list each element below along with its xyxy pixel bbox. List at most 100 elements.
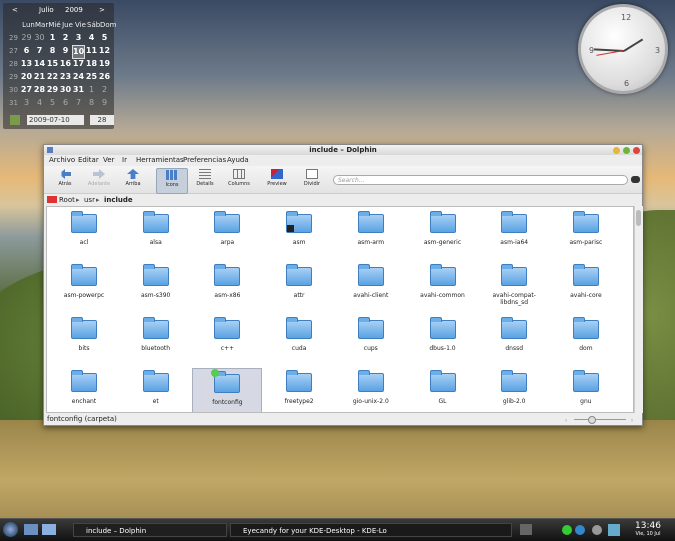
calendar-day[interactable]: 25 [85, 71, 98, 83]
folder-item[interactable]: c++ [192, 315, 262, 365]
folder-item[interactable]: asm-ia64 [479, 209, 549, 259]
calendar-day[interactable]: 18 [85, 58, 98, 70]
calendar-day[interactable]: 14 [33, 58, 46, 70]
columns-view-button[interactable]: Columns [224, 168, 254, 192]
updates-icon[interactable] [575, 525, 585, 535]
calendar-day[interactable]: 3 [72, 32, 85, 44]
calendar-day[interactable]: 11 [85, 45, 98, 59]
folder-item[interactable]: et [121, 368, 191, 412]
calendar-day[interactable]: 8 [46, 45, 59, 59]
notifications-icon[interactable] [592, 525, 602, 535]
folder-item[interactable]: GL [408, 368, 478, 412]
folder-item[interactable]: avahi-core [551, 262, 621, 312]
folder-item[interactable]: alsa [121, 209, 191, 259]
calendar-day[interactable]: 15 [46, 58, 59, 70]
calendar-day[interactable]: 31 [72, 84, 85, 96]
zoom-in-icon[interactable]: ◦ [630, 416, 634, 427]
folder-item[interactable]: asm-x86 [192, 262, 262, 312]
calendar-day[interactable]: 20 [20, 71, 33, 83]
folder-item[interactable]: enchant [49, 368, 119, 412]
calendar-day[interactable]: 6 [59, 97, 72, 109]
calendar-day[interactable]: 5 [46, 97, 59, 109]
calendar-day[interactable]: 13 [20, 58, 33, 70]
calendar-day[interactable]: 12 [98, 45, 111, 59]
menu-archivo[interactable]: Archivo [49, 156, 75, 164]
pager-icon[interactable] [520, 524, 532, 535]
folder-item[interactable]: bits [49, 315, 119, 365]
zoom-slider-handle[interactable] [588, 416, 596, 424]
folder-item[interactable]: asm-arm [336, 209, 406, 259]
window-titlebar[interactable]: include – Dolphin [44, 145, 642, 155]
scrollbar-thumb[interactable] [636, 210, 641, 226]
back-button[interactable]: Atrás [50, 168, 80, 192]
maximize-icon[interactable] [623, 147, 630, 154]
calendar-day[interactable]: 19 [98, 58, 111, 70]
menu-ver[interactable]: Ver [103, 156, 114, 164]
calendar-day[interactable]: 10 [72, 45, 85, 59]
calendar-day[interactable]: 29 [20, 32, 33, 44]
folder-item[interactable]: asm-generic [408, 209, 478, 259]
calendar-day[interactable]: 8 [85, 97, 98, 109]
folder-item[interactable]: cuda [264, 315, 334, 365]
calendar-day[interactable]: 21 [33, 71, 46, 83]
menu-preferencias[interactable]: Preferencias [183, 156, 226, 164]
calendar-today-icon[interactable] [10, 115, 20, 125]
calendar-day[interactable]: 7 [72, 97, 85, 109]
binoculars-icon[interactable] [631, 176, 640, 183]
calendar-day[interactable]: 30 [59, 84, 72, 96]
forward-button[interactable]: Adelante [84, 168, 114, 192]
taskbar-clock[interactable]: 13:46 Vie, 10 Jul [624, 521, 672, 537]
calendar-date-field[interactable]: 2009-07-10 [27, 115, 84, 125]
folder-item[interactable]: dnssd [479, 315, 549, 365]
calendar-day[interactable]: 24 [72, 71, 85, 83]
folder-item[interactable]: freetype2 [264, 368, 334, 412]
folder-item[interactable]: gio-unix-2.0 [336, 368, 406, 412]
calendar-day[interactable]: 30 [33, 32, 46, 44]
show-desktop-icon[interactable] [24, 524, 38, 535]
close-icon[interactable] [633, 147, 640, 154]
folder-item[interactable]: fontconfig [192, 368, 263, 412]
calendar-day[interactable]: 17 [72, 58, 85, 70]
calendar-day[interactable]: 4 [85, 32, 98, 44]
folder-item[interactable]: dbus-1.0 [408, 315, 478, 365]
menu-ayuda[interactable]: Ayuda [227, 156, 249, 164]
calendar-day[interactable]: 23 [59, 71, 72, 83]
calendar-day[interactable]: 1 [85, 84, 98, 96]
folder-item[interactable]: gnu [551, 368, 621, 412]
calendar-day[interactable]: 1 [46, 32, 59, 44]
app-icon[interactable] [47, 147, 53, 153]
split-view-button[interactable]: Dividir [297, 168, 327, 192]
calendar-day[interactable]: 29 [46, 84, 59, 96]
calendar-day[interactable]: 9 [59, 45, 72, 59]
task-browser[interactable]: Eyecandy for your KDE-Desktop - KDE-Lo [230, 523, 512, 537]
network-icon[interactable] [562, 525, 572, 535]
folder-item[interactable]: asm [264, 209, 334, 259]
folder-item[interactable]: asm-powerpc [49, 262, 119, 312]
calendar-day[interactable]: 4 [33, 97, 46, 109]
kde-menu-icon[interactable] [3, 522, 18, 537]
calendar-day[interactable]: 27 [20, 84, 33, 96]
details-view-button[interactable]: Details [190, 168, 220, 192]
prev-month-button[interactable]: < [12, 6, 18, 14]
menu-editar[interactable]: Editar [78, 156, 99, 164]
folder-item[interactable]: avahi-common [408, 262, 478, 312]
vertical-scrollbar[interactable] [634, 206, 643, 413]
calendar-day[interactable]: 28 [33, 84, 46, 96]
folder-item[interactable]: asm-s390 [121, 262, 191, 312]
minimize-icon[interactable] [613, 147, 620, 154]
menu-herramientas[interactable]: Herramientas [136, 156, 184, 164]
zoom-slider[interactable] [574, 419, 626, 420]
folder-item[interactable]: cups [336, 315, 406, 365]
folder-item[interactable]: attr [264, 262, 334, 312]
folder-item[interactable]: glib-2.0 [479, 368, 549, 412]
calendar-day[interactable]: 16 [59, 58, 72, 70]
add-to-selection-icon[interactable] [211, 369, 220, 377]
calendar-day[interactable]: 5 [98, 32, 111, 44]
breadcrumb-include[interactable]: include [104, 196, 133, 204]
folder-item[interactable]: avahi-compat-libdns_sd [479, 262, 549, 312]
folder-item[interactable]: acl [49, 209, 119, 259]
calendar-day[interactable]: 6 [20, 45, 33, 59]
calendar-day[interactable]: 22 [46, 71, 59, 83]
search-input[interactable]: Search... [333, 175, 628, 185]
file-manager-icon[interactable] [42, 524, 56, 535]
